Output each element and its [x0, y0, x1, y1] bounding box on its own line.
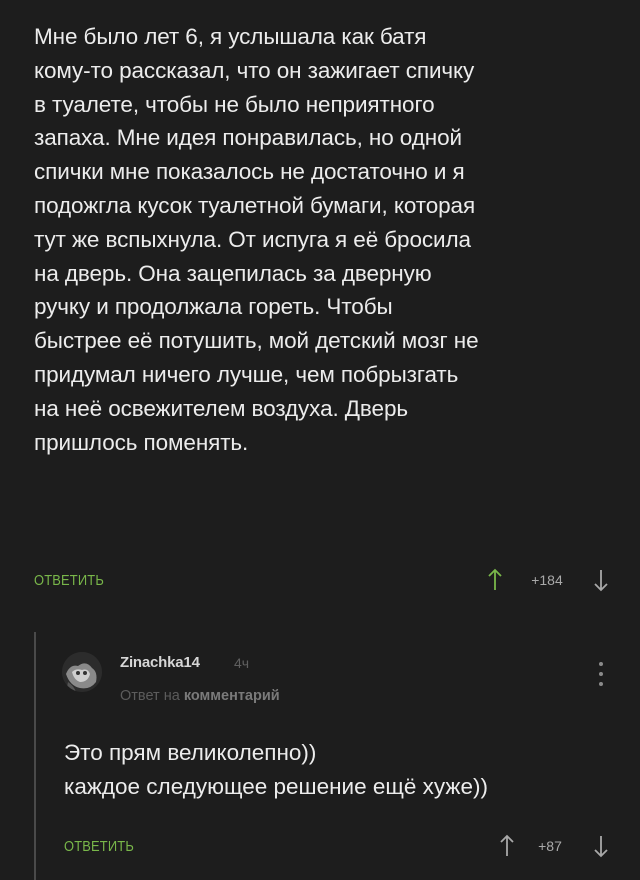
comment-line: на неё освежителем воздуха. Дверь: [34, 395, 408, 421]
arrow-down-icon[interactable]: [594, 834, 608, 858]
comment-line: Мне было лет 6, я услышала как батя: [34, 24, 427, 49]
reply-button[interactable]: ОТВЕТИТЬ: [34, 572, 104, 589]
reply-to: Ответ на комментарий: [120, 688, 280, 704]
arrow-down-icon[interactable]: [594, 568, 608, 592]
vertical-dots-icon[interactable]: [598, 662, 604, 692]
username[interactable]: Zinachka14: [120, 654, 200, 671]
reply-line: каждое следующее решение ещё хуже)): [64, 774, 488, 799]
comment-line: тут же вспыхнула. От испуга я её бросила: [34, 226, 471, 252]
reply-to-link[interactable]: комментарий: [184, 688, 280, 704]
reply-to-prefix: Ответ на: [120, 688, 180, 704]
comment-line: подожгла кусок туалетной бумаги, которая: [34, 192, 476, 218]
avatar-image: [62, 652, 102, 692]
arrow-up-icon[interactable]: [500, 834, 514, 858]
timestamp: 4ч: [234, 655, 250, 671]
comment-line: в туалете, чтобы не было неприятного: [34, 91, 435, 117]
comment-line: ручку и продолжала гореть. Чтобы: [34, 294, 393, 320]
comment-line: пришлось поменять.: [34, 429, 249, 455]
comment-actions: ОТВЕТИТЬ +184: [0, 566, 640, 596]
arrow-up-icon[interactable]: [488, 568, 502, 592]
reply-actions: ОТВЕТИТЬ +87: [0, 832, 640, 862]
comment-line: запаха. Мне идея понравилась, но одной: [34, 125, 462, 151]
reply-button[interactable]: ОТВЕТИТЬ: [64, 838, 134, 855]
reply-text: Это прям великолепно)) каждое следующее …: [64, 736, 488, 804]
reply-line: Это прям великолепно)): [64, 740, 317, 765]
comment-line: придумал ничего лучше, чем побрызгать: [34, 361, 459, 387]
comment-line: кому-то рассказал, что он зажигает спичк…: [34, 57, 475, 83]
rating-value: +87: [538, 838, 562, 854]
comment-line: спички мне показалось не достаточно и я: [34, 159, 465, 185]
comment-line: на дверь. Она зацепилась за дверную: [34, 260, 432, 286]
comment-text: Мне было лет 6, я услышала как батя кому…: [34, 20, 614, 459]
avatar[interactable]: [62, 652, 102, 692]
rating-value: +184: [531, 572, 563, 588]
comment-line: быстрее её потушить, мой детский мозг не: [34, 328, 479, 354]
